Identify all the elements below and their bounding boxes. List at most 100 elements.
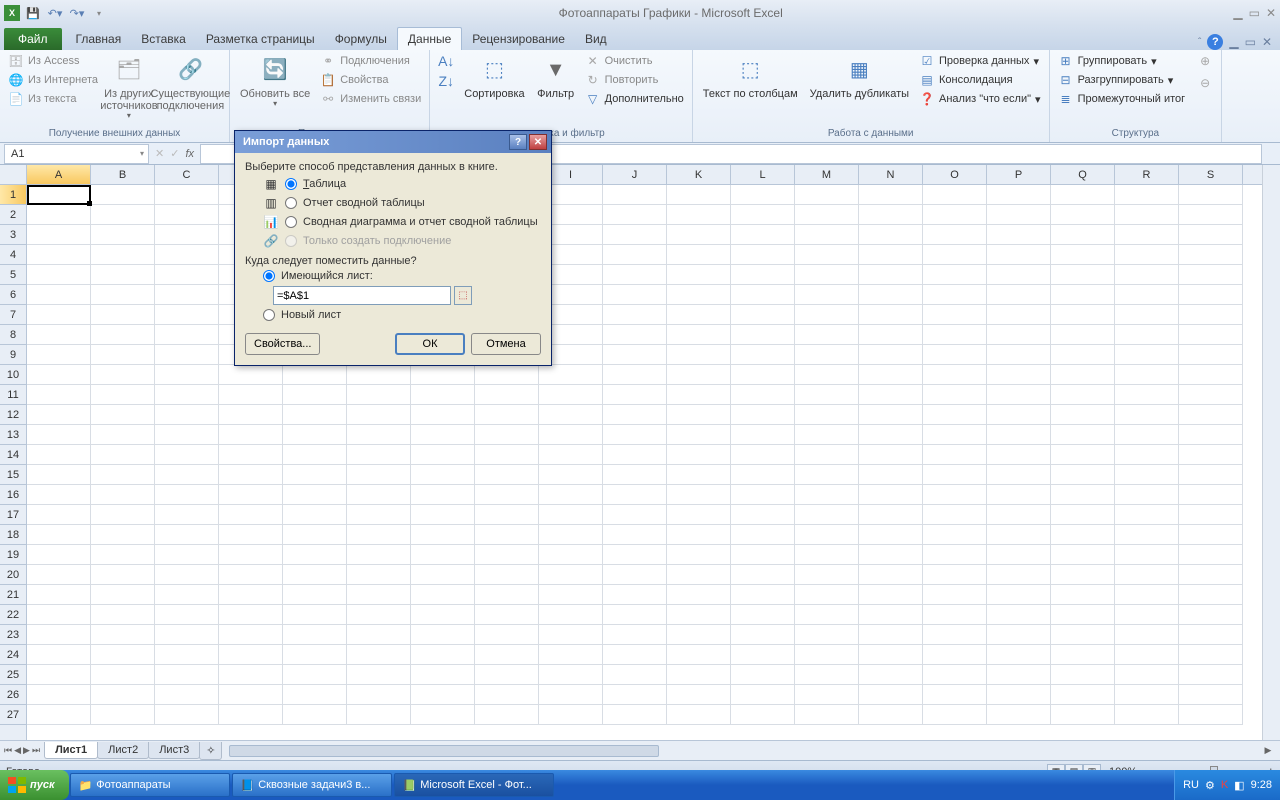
save-icon[interactable]: 💾 xyxy=(24,7,42,20)
language-indicator[interactable]: RU xyxy=(1183,779,1199,791)
text-to-columns-button[interactable]: ⬚Текст по столбцам xyxy=(699,52,802,102)
refresh-all-button[interactable]: 🔄Обновить все▾ xyxy=(236,52,314,111)
row-header[interactable]: 25 xyxy=(0,665,26,685)
row-header[interactable]: 26 xyxy=(0,685,26,705)
dialog-titlebar[interactable]: Импорт данных ? ✕ xyxy=(235,131,551,153)
workbook-restore-icon[interactable]: ▭ xyxy=(1245,35,1256,49)
restore-button[interactable]: ▭ xyxy=(1249,6,1260,20)
qat-customize-icon[interactable]: ▾ xyxy=(90,9,108,18)
start-button[interactable]: пуск xyxy=(0,770,69,800)
row-header[interactable]: 12 xyxy=(0,405,26,425)
label-existing-sheet[interactable]: Имеющийся лист: xyxy=(281,270,373,282)
row-header[interactable]: 9 xyxy=(0,345,26,365)
col-header[interactable]: O xyxy=(923,165,987,184)
col-header[interactable]: P xyxy=(987,165,1051,184)
row-header[interactable]: 4 xyxy=(0,245,26,265)
tray-icon-3[interactable]: ◧ xyxy=(1234,779,1244,792)
row-header[interactable]: 2 xyxy=(0,205,26,225)
fx-icon[interactable]: fx xyxy=(185,148,194,160)
sheet-tab-1[interactable]: Лист1 xyxy=(44,742,98,759)
hscroll-right-icon[interactable]: ▶ xyxy=(1260,745,1276,756)
select-all-corner[interactable] xyxy=(0,165,27,185)
workbook-minimize-icon[interactable]: ▁ xyxy=(1229,35,1238,49)
row-header[interactable]: 10 xyxy=(0,365,26,385)
row-header[interactable]: 17 xyxy=(0,505,26,525)
row-header[interactable]: 18 xyxy=(0,525,26,545)
from-other-button[interactable]: 🗂Из других источников▾ xyxy=(104,52,154,123)
col-header[interactable]: N xyxy=(859,165,923,184)
minimize-ribbon-icon[interactable]: ˆ xyxy=(1198,37,1201,48)
col-header[interactable]: C xyxy=(155,165,219,184)
data-validation-button[interactable]: ☑Проверка данных ▾ xyxy=(917,52,1043,70)
workbook-close-icon[interactable]: ✕ xyxy=(1262,35,1272,49)
sheet-tab-2[interactable]: Лист2 xyxy=(97,742,149,759)
row-header[interactable]: 13 xyxy=(0,425,26,445)
filter-button[interactable]: ▼Фильтр xyxy=(533,52,579,102)
ok-button[interactable]: ОК xyxy=(395,333,465,355)
radio-table[interactable] xyxy=(285,178,297,190)
existing-connections-button[interactable]: 🔗Существующие подключения xyxy=(158,52,223,114)
col-header[interactable]: R xyxy=(1115,165,1179,184)
tab-home[interactable]: Главная xyxy=(66,28,132,50)
close-button[interactable]: ✕ xyxy=(1266,6,1276,20)
name-box[interactable]: A1 xyxy=(4,144,149,164)
col-header[interactable]: L xyxy=(731,165,795,184)
tab-formulas[interactable]: Формулы xyxy=(325,28,397,50)
label-new-sheet[interactable]: Новый лист xyxy=(281,309,341,321)
show-detail-button[interactable]: ⊕ xyxy=(1195,52,1215,70)
col-header[interactable]: J xyxy=(603,165,667,184)
sheet-nav-first-icon[interactable]: ⏮ xyxy=(4,745,12,756)
row-header[interactable]: 6 xyxy=(0,285,26,305)
row-header[interactable]: 8 xyxy=(0,325,26,345)
row-header[interactable]: 16 xyxy=(0,485,26,505)
tab-insert[interactable]: Вставка xyxy=(131,28,196,50)
range-selector-button[interactable]: ⬚ xyxy=(454,286,472,305)
redo-icon[interactable]: ↷▾ xyxy=(68,7,86,20)
col-header[interactable]: K xyxy=(667,165,731,184)
label-table[interactable]: Таблица xyxy=(303,178,346,190)
taskbar-item-2[interactable]: 📘Сквозные задачи3 в... xyxy=(232,773,392,797)
row-header[interactable]: 19 xyxy=(0,545,26,565)
minimize-button[interactable]: ▁ xyxy=(1233,6,1242,20)
label-pivotchart[interactable]: Сводная диаграмма и отчет сводной таблиц… xyxy=(303,216,538,228)
row-header[interactable]: 11 xyxy=(0,385,26,405)
vertical-scrollbar[interactable] xyxy=(1262,165,1280,740)
sort-asc-button[interactable]: A↓ xyxy=(436,52,456,70)
connections-button[interactable]: ⚭Подключения xyxy=(318,52,423,70)
sheet-nav-prev-icon[interactable]: ◀ xyxy=(14,745,21,756)
row-header[interactable]: 27 xyxy=(0,705,26,725)
cancel-button[interactable]: Отмена xyxy=(471,333,541,355)
radio-pivot[interactable] xyxy=(285,197,297,209)
label-pivot[interactable]: Отчет сводной таблицы xyxy=(303,197,425,209)
from-access-button[interactable]: 🗄Из Access xyxy=(6,52,100,70)
sheet-tab-3[interactable]: Лист3 xyxy=(148,742,200,759)
from-text-button[interactable]: 📄Из текста xyxy=(6,90,100,108)
advanced-filter-button[interactable]: ▽Дополнительно xyxy=(583,90,686,108)
tray-icon-2[interactable]: K xyxy=(1221,779,1228,791)
taskbar-item-3[interactable]: 📗Microsoft Excel - Фот... xyxy=(394,773,554,797)
tab-file[interactable]: Файл xyxy=(4,28,62,50)
subtotal-button[interactable]: ≣Промежуточный итог xyxy=(1056,90,1188,108)
row-header[interactable]: 23 xyxy=(0,625,26,645)
enter-formula-icon[interactable]: ✓ xyxy=(170,147,179,160)
tab-page-layout[interactable]: Разметка страницы xyxy=(196,28,325,50)
radio-pivotchart[interactable] xyxy=(285,216,297,228)
new-sheet-button[interactable]: ✧ xyxy=(199,742,222,760)
row-header[interactable]: 15 xyxy=(0,465,26,485)
remove-duplicates-button[interactable]: ▦Удалить дубликаты xyxy=(806,52,913,102)
undo-icon[interactable]: ↶▾ xyxy=(46,7,64,20)
whatif-button[interactable]: ❓Анализ "что если" ▾ xyxy=(917,90,1043,108)
radio-existing-sheet[interactable] xyxy=(263,270,275,282)
row-header[interactable]: 7 xyxy=(0,305,26,325)
taskbar-item-1[interactable]: 📁Фотоаппараты xyxy=(70,773,230,797)
cell-reference-input[interactable] xyxy=(273,286,451,305)
sheet-nav-last-icon[interactable]: ⏭ xyxy=(32,745,40,756)
tab-data[interactable]: Данные xyxy=(397,27,462,50)
dialog-help-button[interactable]: ? xyxy=(509,134,527,150)
clock[interactable]: 9:28 xyxy=(1251,779,1272,791)
sort-button[interactable]: ⬚Сортировка xyxy=(460,52,528,102)
col-header[interactable]: A xyxy=(27,165,91,184)
tab-review[interactable]: Рецензирование xyxy=(462,28,575,50)
help-icon[interactable]: ? xyxy=(1207,34,1223,50)
dialog-close-button[interactable]: ✕ xyxy=(529,134,547,150)
